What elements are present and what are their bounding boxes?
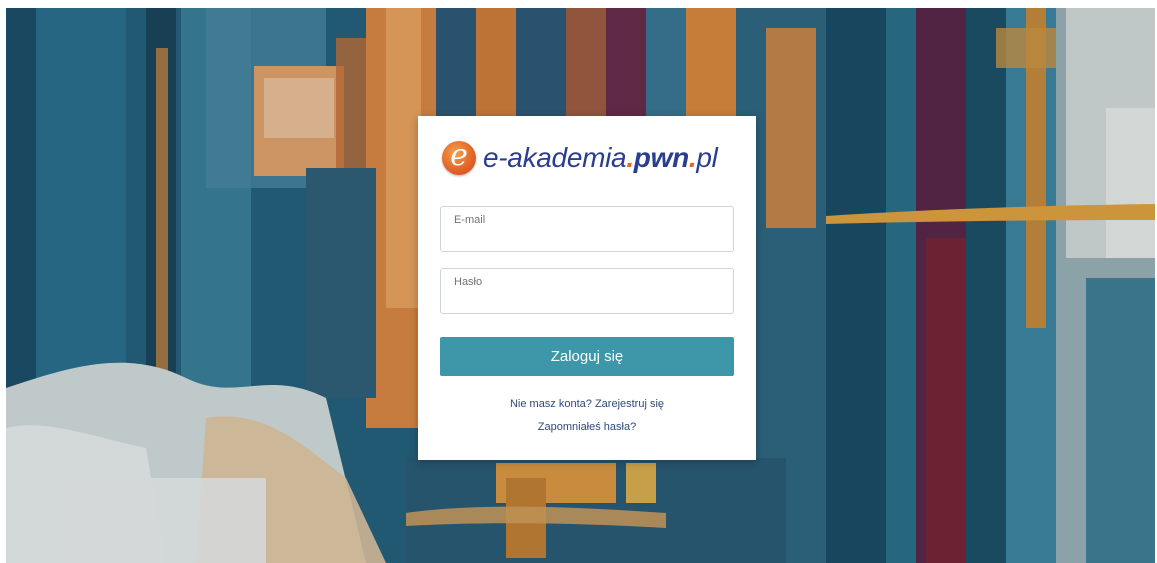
e-logo-icon: e bbox=[442, 141, 476, 175]
password-field-wrapper: Hasło bbox=[440, 268, 734, 314]
brand-wordmark-part3: pl bbox=[696, 142, 718, 173]
brand-wordmark-part1: e-akademia bbox=[483, 142, 627, 173]
forgot-password-link[interactable]: Zapomniałeś hasła? bbox=[418, 421, 756, 433]
login-card: e e-akademia.pwn.pl E-mail Hasło Zaloguj… bbox=[418, 116, 756, 460]
brand-logo: e e-akademia.pwn.pl bbox=[442, 136, 718, 180]
login-button[interactable]: Zaloguj się bbox=[440, 337, 734, 376]
page: e e-akademia.pwn.pl E-mail Hasło Zaloguj… bbox=[0, 0, 1157, 563]
brand-wordmark-dot1: . bbox=[626, 142, 634, 173]
brand-wordmark-part2: pwn bbox=[633, 142, 689, 173]
register-link[interactable]: Nie masz konta? Zarejestruj się bbox=[418, 398, 756, 410]
email-input[interactable] bbox=[441, 207, 733, 251]
brand-wordmark: e-akademia.pwn.pl bbox=[483, 142, 718, 174]
email-field-wrapper: E-mail bbox=[440, 206, 734, 252]
password-input[interactable] bbox=[441, 269, 733, 313]
